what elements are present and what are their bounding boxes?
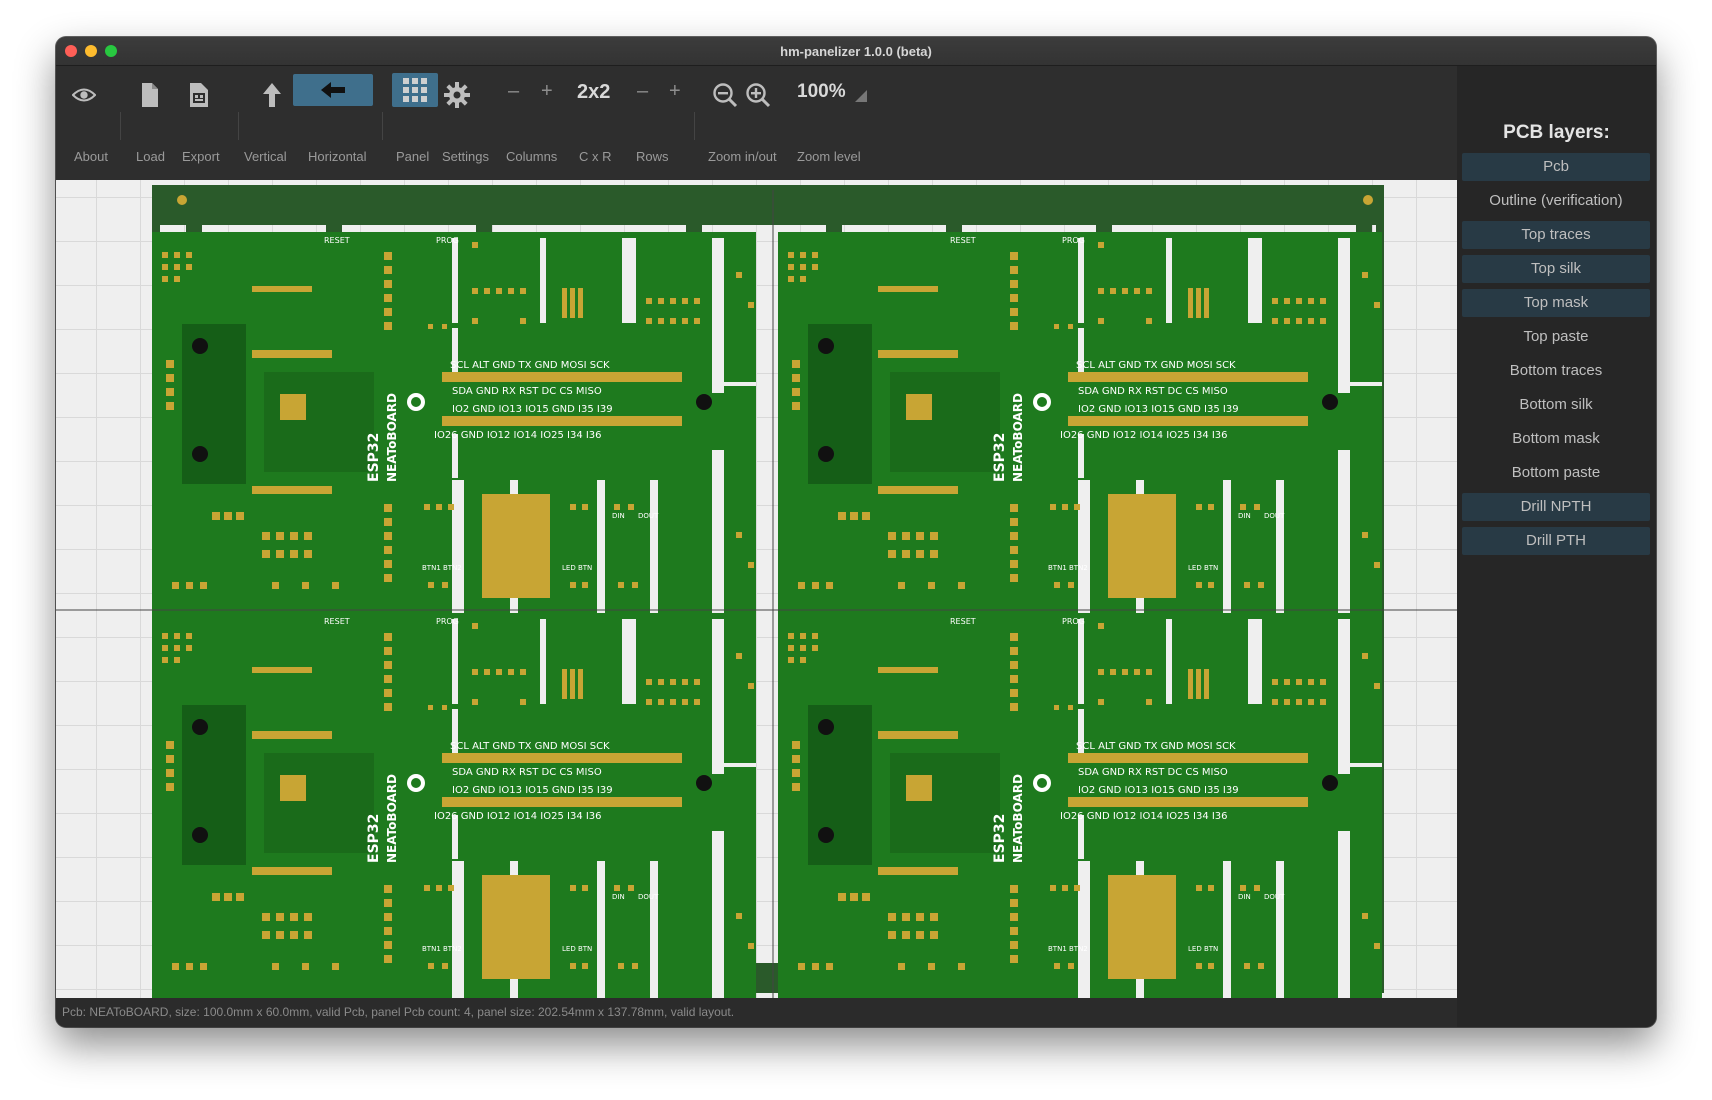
vertical-label: Vertical: [244, 149, 287, 164]
load-button[interactable]: [138, 76, 162, 112]
panel-label: Panel: [396, 149, 430, 164]
layer-top-traces[interactable]: Top traces: [1462, 221, 1650, 249]
grid-icon: [392, 73, 438, 107]
zoom-level-label: Zoom level: [797, 149, 861, 164]
horizontal-button[interactable]: [293, 74, 373, 106]
layer-outline[interactable]: Outline (verification): [1462, 187, 1650, 215]
layer-top-silk[interactable]: Top silk: [1462, 255, 1650, 283]
eye-icon: [72, 78, 96, 112]
zoom-level-value[interactable]: 100%: [797, 81, 846, 103]
toolbar: About Load Export Vertical Horizontal Pa…: [56, 66, 1457, 180]
layer-pcb[interactable]: Pcb: [1462, 153, 1650, 181]
layer-bottom-paste[interactable]: Bottom paste: [1462, 459, 1650, 487]
layer-drill-npth[interactable]: Drill NPTH: [1462, 493, 1650, 521]
columns-label: Columns: [506, 149, 558, 164]
columns-minus-button[interactable]: –: [508, 80, 519, 103]
export-file-icon: [187, 78, 211, 112]
arrow-up-icon: [260, 78, 284, 112]
about-label: About: [74, 149, 108, 164]
grid-size-value: 2x2: [577, 81, 611, 103]
rows-label: Rows: [636, 149, 669, 164]
export-label: Export: [182, 149, 220, 164]
app-window: hm-panelizer 1.0.0 (beta) About Load Exp…: [56, 37, 1656, 1027]
zoom-out-icon: [712, 78, 738, 112]
panel-canvas[interactable]: ESP32 NEAToBOARD RESET PROG OFF ON USB D…: [56, 180, 1457, 998]
layer-top-paste[interactable]: Top paste: [1462, 323, 1650, 351]
rows-plus-button[interactable]: +: [669, 80, 681, 103]
layers-title: PCB layers:: [1503, 122, 1610, 143]
pcb-panel: ESP32 NEAToBOARD RESET PROG OFF ON USB D…: [56, 185, 1457, 998]
zoom-inout-label: Zoom in/out: [708, 149, 777, 164]
window-title: hm-panelizer 1.0.0 (beta): [780, 44, 932, 59]
toolbar-separator: [120, 112, 121, 140]
export-button[interactable]: [187, 76, 211, 112]
layer-top-mask[interactable]: Top mask: [1462, 289, 1650, 317]
toolbar-separator: [694, 112, 695, 140]
file-icon: [138, 78, 162, 112]
settings-button[interactable]: [444, 76, 470, 112]
gear-icon: [444, 78, 470, 112]
horizontal-label: Horizontal: [308, 149, 367, 164]
toolbar-separator: [382, 112, 383, 140]
layers-sidebar: PCB layers: Pcb Outline (verification) T…: [1457, 66, 1656, 1027]
title-bar: hm-panelizer 1.0.0 (beta): [56, 37, 1656, 66]
load-label: Load: [136, 149, 165, 164]
layer-drill-pth[interactable]: Drill PTH: [1462, 527, 1650, 555]
panel-button[interactable]: [392, 73, 438, 107]
toolbar-separator: [238, 112, 239, 140]
layer-bottom-mask[interactable]: Bottom mask: [1462, 425, 1650, 453]
layer-bottom-traces[interactable]: Bottom traces: [1462, 357, 1650, 385]
about-button[interactable]: [72, 76, 96, 112]
settings-label: Settings: [442, 149, 489, 164]
zoom-in-icon: [745, 78, 771, 112]
layer-bottom-silk[interactable]: Bottom silk: [1462, 391, 1650, 419]
zoom-in-button[interactable]: [745, 76, 771, 112]
status-bar: Pcb: NEAToBOARD, size: 100.0mm x 60.0mm,…: [56, 998, 1457, 1027]
vertical-button[interactable]: [260, 76, 284, 112]
arrow-left-icon: [293, 74, 373, 106]
cxr-label: C x R: [579, 149, 612, 164]
zoom-out-button[interactable]: [712, 76, 738, 112]
rows-minus-button[interactable]: –: [637, 80, 648, 103]
zoom-dropdown-icon[interactable]: [855, 89, 867, 107]
columns-plus-button[interactable]: +: [541, 80, 553, 103]
